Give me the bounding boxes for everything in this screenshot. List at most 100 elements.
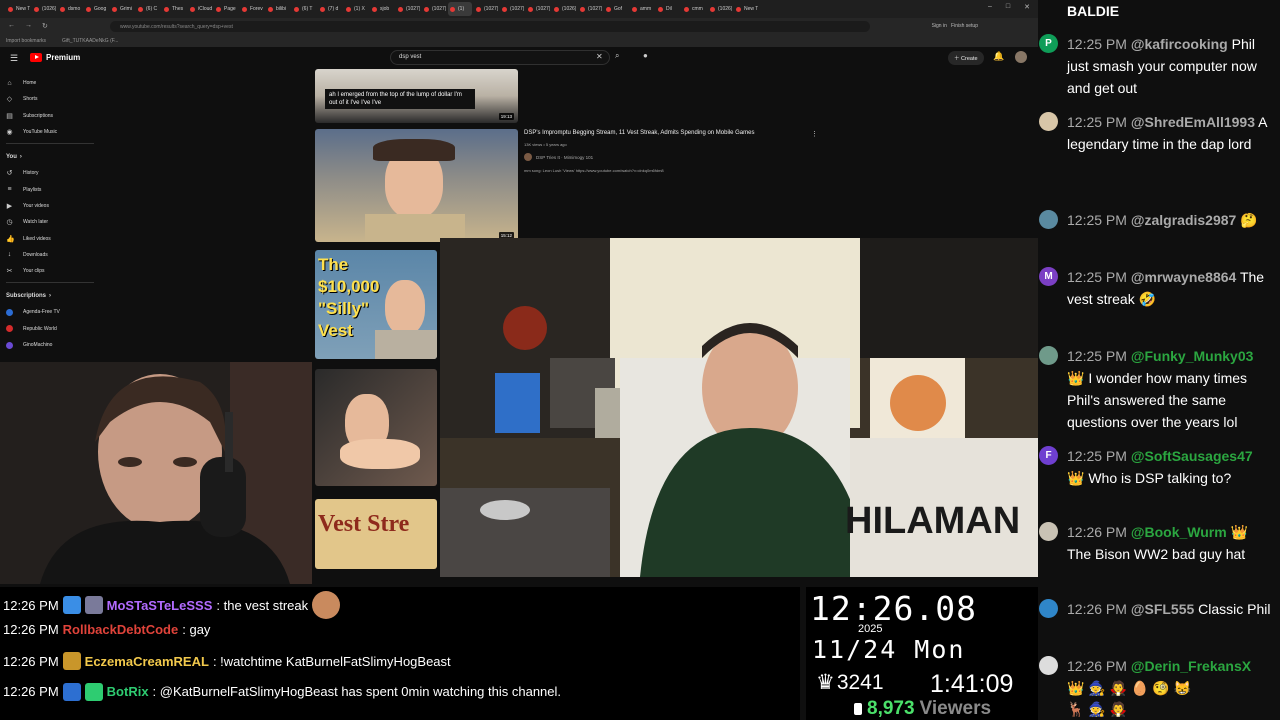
clear-search-icon[interactable]: ✕: [596, 52, 603, 61]
user-avatar[interactable]: [1039, 346, 1058, 365]
browser-tab[interactable]: Goog: [84, 2, 108, 16]
thumbnail-hand: [340, 439, 420, 469]
search-input[interactable]: dsp vest: [390, 50, 610, 65]
sidebar-item[interactable]: ◷ Watch later: [6, 214, 96, 230]
user-avatar[interactable]: [1039, 599, 1058, 618]
browser-tab[interactable]: Forev: [240, 2, 264, 16]
video-thumbnail-2[interactable]: 15:12: [315, 129, 518, 242]
browser-tab[interactable]: amm: [630, 2, 654, 16]
video-channel[interactable]: DSP Tries It · Mimimogy 101: [524, 153, 593, 161]
user-avatar[interactable]: F: [1039, 446, 1058, 465]
create-button[interactable]: ＋ Create: [948, 51, 984, 65]
sidebar-item[interactable]: ≡ Playlists: [6, 181, 96, 197]
reload-icon[interactable]: ↻: [42, 22, 48, 30]
chat-username[interactable]: MoSTaSTeLeSSS: [107, 598, 213, 613]
browser-tab[interactable]: iCloud: [188, 2, 212, 16]
browser-tab[interactable]: Thes: [162, 2, 186, 16]
browser-tab[interactable]: sjob: [370, 2, 394, 16]
user-avatar[interactable]: [1039, 656, 1058, 675]
chat-username[interactable]: BALDIE: [1067, 0, 1272, 22]
sidebar-item[interactable]: ↓ Downloads: [6, 247, 96, 263]
menu-icon[interactable]: ☰: [10, 53, 18, 64]
browser-tab[interactable]: (1027): [578, 2, 602, 16]
back-icon[interactable]: ←: [8, 22, 15, 30]
video-title[interactable]: DSP's Impromptu Begging Stream, 11 Vest …: [524, 130, 754, 136]
chat-username[interactable]: @Funky_Munky03: [1131, 348, 1254, 364]
chat-username[interactable]: @Derin_FrekansX: [1131, 658, 1251, 674]
sidebar-item[interactable]: ▶ Your videos: [6, 198, 96, 214]
browser-tab[interactable]: New T: [6, 2, 30, 16]
chat-username[interactable]: RollbackDebtCode: [63, 622, 179, 637]
sidebar-item[interactable]: ◉ YouTube Music: [6, 124, 96, 140]
browser-tab[interactable]: (7) d: [318, 2, 342, 16]
sidebar-item[interactable]: ✂ Your clips: [6, 263, 96, 279]
browser-tab[interactable]: cmm: [682, 2, 706, 16]
sidebar-item[interactable]: ⌂ Home: [6, 75, 96, 91]
browser-tab[interactable]: (1027): [396, 2, 420, 16]
browser-tab[interactable]: (1026): [552, 2, 576, 16]
close-icon[interactable]: ✕: [1024, 3, 1030, 11]
account-avatar[interactable]: [1015, 51, 1027, 63]
mic-icon[interactable]: ●: [643, 51, 648, 60]
forward-icon[interactable]: →: [25, 22, 32, 30]
user-avatar[interactable]: M: [1039, 267, 1058, 286]
sidebar-item[interactable]: Agenda-Free TV: [6, 304, 96, 320]
video-thumbnail-3[interactable]: The $10,000 "Silly" Vest: [315, 250, 437, 359]
sidebar-item[interactable]: ↺ History: [6, 165, 96, 181]
video-thumbnail-1[interactable]: ah I emerged from the top of the lump of…: [315, 69, 518, 123]
browser-tab[interactable]: Page: [214, 2, 238, 16]
user-avatar[interactable]: [1039, 210, 1058, 229]
user-avatar[interactable]: [1039, 522, 1058, 541]
minimize-icon[interactable]: –: [988, 3, 992, 11]
bookmark-gift[interactable]: Gift_TUTKAADeNkG (F...: [62, 38, 118, 44]
tab-label: (7) d: [328, 6, 339, 12]
browser-tab[interactable]: (6) T: [292, 2, 316, 16]
you-heading[interactable]: You ›: [6, 149, 96, 165]
browser-tab[interactable]: Dil: [656, 2, 680, 16]
chat-username[interactable]: @SFL555: [1131, 601, 1194, 617]
browser-tab[interactable]: bilibi: [266, 2, 290, 16]
user-avatar[interactable]: P: [1039, 34, 1058, 53]
chat-username[interactable]: @mrwayne8864: [1131, 269, 1237, 285]
user-avatar[interactable]: [1039, 112, 1058, 131]
chat-username[interactable]: @ShredEmAll1993: [1131, 114, 1255, 130]
subscriptions-heading[interactable]: Subscriptions ›: [6, 288, 96, 304]
sidebar-item[interactable]: 👍 Liked videos: [6, 230, 96, 246]
chat-username[interactable]: @Book_Wurm: [1131, 524, 1227, 540]
bookmark-import[interactable]: Import bookmarks: [6, 38, 46, 44]
browser-tab[interactable]: (1027): [500, 2, 524, 16]
sidebar-item[interactable]: ◇ Shorts: [6, 91, 96, 107]
tab-label: amm: [640, 6, 652, 12]
browser-tab[interactable]: (1027): [526, 2, 550, 16]
browser-tab[interactable]: (1): [448, 2, 472, 16]
browser-tab[interactable]: (6) C: [136, 2, 160, 16]
sidebar-item[interactable]: GinoMachino: [6, 337, 96, 353]
browser-tab[interactable]: (1026): [708, 2, 732, 16]
notifications-bell-icon[interactable]: 🔔: [993, 51, 1004, 62]
browser-tab[interactable]: (1) X: [344, 2, 368, 16]
sidebar-item-icon: ✂: [6, 268, 13, 276]
chat-username[interactable]: @SoftSausages47: [1131, 448, 1253, 464]
browser-tab[interactable]: Gof: [604, 2, 628, 16]
browser-tab[interactable]: dsmo: [58, 2, 82, 16]
video-thumbnail-4[interactable]: [315, 369, 437, 486]
search-icon[interactable]: ⌕: [615, 51, 619, 61]
video-thumbnail-5[interactable]: Vest Stre: [315, 499, 437, 569]
sign-in-button[interactable]: Sign in Finish setup: [932, 23, 978, 29]
sidebar-item[interactable]: Republic World: [6, 321, 96, 337]
browser-tab[interactable]: (1026): [32, 2, 56, 16]
chat-username[interactable]: BotRix: [107, 684, 149, 699]
chat-username[interactable]: @zalgradis2987: [1131, 212, 1237, 228]
viewer-count: 8,973 Viewers: [854, 698, 991, 720]
browser-tab[interactable]: Grimi: [110, 2, 134, 16]
browser-tab[interactable]: (1027): [474, 2, 498, 16]
chat-username[interactable]: EczemaCreamREAL: [85, 654, 209, 669]
sidebar-item[interactable]: ▤ Subscriptions: [6, 108, 96, 124]
youtube-logo[interactable]: Premium: [30, 53, 80, 62]
url-field[interactable]: www.youtube.com/results?search_query=dsp…: [110, 21, 870, 32]
more-options-icon[interactable]: ⋮: [811, 130, 818, 138]
browser-tab[interactable]: New T: [734, 2, 758, 16]
maximize-icon[interactable]: □: [1006, 3, 1010, 11]
chat-username[interactable]: @kafircooking: [1131, 36, 1228, 52]
browser-tab[interactable]: (1027): [422, 2, 446, 16]
